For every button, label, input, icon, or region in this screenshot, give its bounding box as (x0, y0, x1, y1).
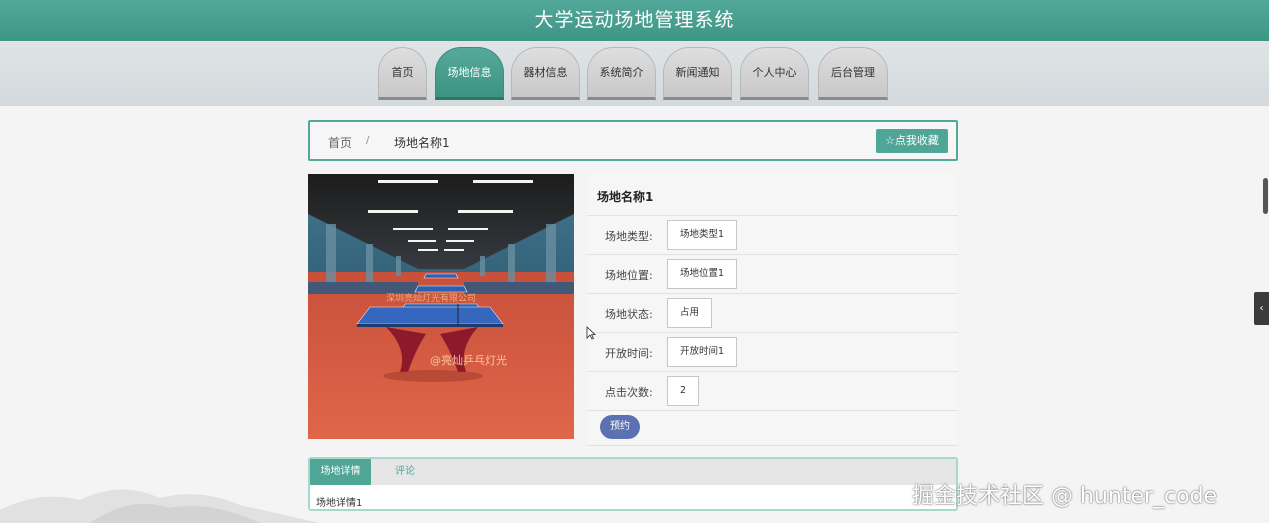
breadcrumb: 首页 / 场地名称1 ☆点我收藏 (308, 120, 958, 161)
venue-detail-tabs: 场地详情 评论 场地详情1 (308, 457, 958, 511)
nav-tab-admin[interactable]: 后台管理 (818, 47, 888, 100)
nav-tab-system-intro[interactable]: 系统简介 (587, 47, 656, 100)
field-label: 场地类型: (605, 230, 653, 243)
nav-tab-home[interactable]: 首页 (378, 47, 427, 100)
field-value-status: 占用 (667, 298, 713, 328)
nav-tab-news[interactable]: 新闻通知 (663, 47, 732, 100)
field-label: 开放时间: (605, 347, 653, 360)
photo-caption-watermark: @亮灿乒乓灯光 (430, 353, 507, 367)
nav-tab-label: 新闻通知 (675, 66, 720, 79)
nav-tab-label: 器材信息 (523, 66, 568, 79)
page-scrollbar[interactable] (1263, 178, 1268, 214)
app-title: 大学运动场地管理系统 (534, 9, 735, 31)
field-row-open-time: 开放时间: 开放时间1 (587, 332, 958, 371)
venue-detail-panel: 场地名称1 场地类型: 场地类型1 场地位置: 场地位置1 场地状态: 占用 开… (587, 174, 958, 446)
field-value-open-time: 开放时间1 (667, 337, 738, 367)
ink-mountain-decoration (0, 489, 320, 523)
tab-comments[interactable]: 评论 (382, 459, 428, 485)
nav-tab-label: 首页 (391, 66, 414, 79)
breadcrumb-current: 场地名称1 (394, 136, 450, 150)
field-label: 场地状态: (605, 308, 653, 321)
chevron-left-icon: ‹ (1259, 303, 1264, 314)
field-row-location: 场地位置: 场地位置1 (587, 254, 958, 293)
field-row-status: 场地状态: 占用 (587, 293, 958, 332)
table-tennis-hall-image: 深圳亮灿灯光有限公司 @亮灿乒乓灯光 (308, 174, 574, 439)
nav-tab-label: 系统简介 (599, 66, 644, 79)
field-row-type: 场地类型: 场地类型1 (587, 215, 958, 254)
tab-content: 场地详情1 (316, 498, 363, 509)
side-panel-toggle[interactable]: ‹ (1254, 292, 1269, 325)
field-value-type: 场地类型1 (667, 220, 738, 250)
nav-tab-label: 后台管理 (831, 66, 875, 79)
field-value-clicks: 2 (667, 376, 700, 406)
action-row (587, 410, 958, 446)
field-label: 点击次数: (605, 386, 653, 399)
nav-tab-venue-info[interactable]: 场地信息 (435, 47, 504, 100)
breadcrumb-separator: / (366, 135, 370, 146)
breadcrumb-home-link[interactable]: 首页 (328, 134, 352, 151)
book-button[interactable]: 预约 (600, 415, 640, 439)
app-header: 大学运动场地管理系统 (0, 0, 1269, 41)
tab-venue-details[interactable]: 场地详情 (310, 459, 371, 485)
watermark-text: 掘金技术社区 @ hunter_code (912, 484, 1218, 509)
nav-tab-label: 场地信息 (447, 66, 492, 79)
nav-tab-personal-center[interactable]: 个人中心 (740, 47, 809, 100)
field-row-clicks: 点击次数: 2 (587, 371, 958, 410)
favorite-button[interactable]: ☆点我收藏 (876, 129, 948, 153)
nav-tab-equipment-info[interactable]: 器材信息 (511, 47, 580, 100)
venue-name: 场地名称1 (597, 190, 654, 204)
venue-photo: 深圳亮灿灯光有限公司 @亮灿乒乓灯光 (308, 174, 574, 439)
mouse-cursor-icon (586, 326, 596, 340)
photo-caption-company: 深圳亮灿灯光有限公司 (386, 292, 476, 304)
nav-tab-label: 个人中心 (752, 66, 797, 79)
field-value-location: 场地位置1 (667, 259, 738, 289)
field-label: 场地位置: (605, 269, 653, 282)
